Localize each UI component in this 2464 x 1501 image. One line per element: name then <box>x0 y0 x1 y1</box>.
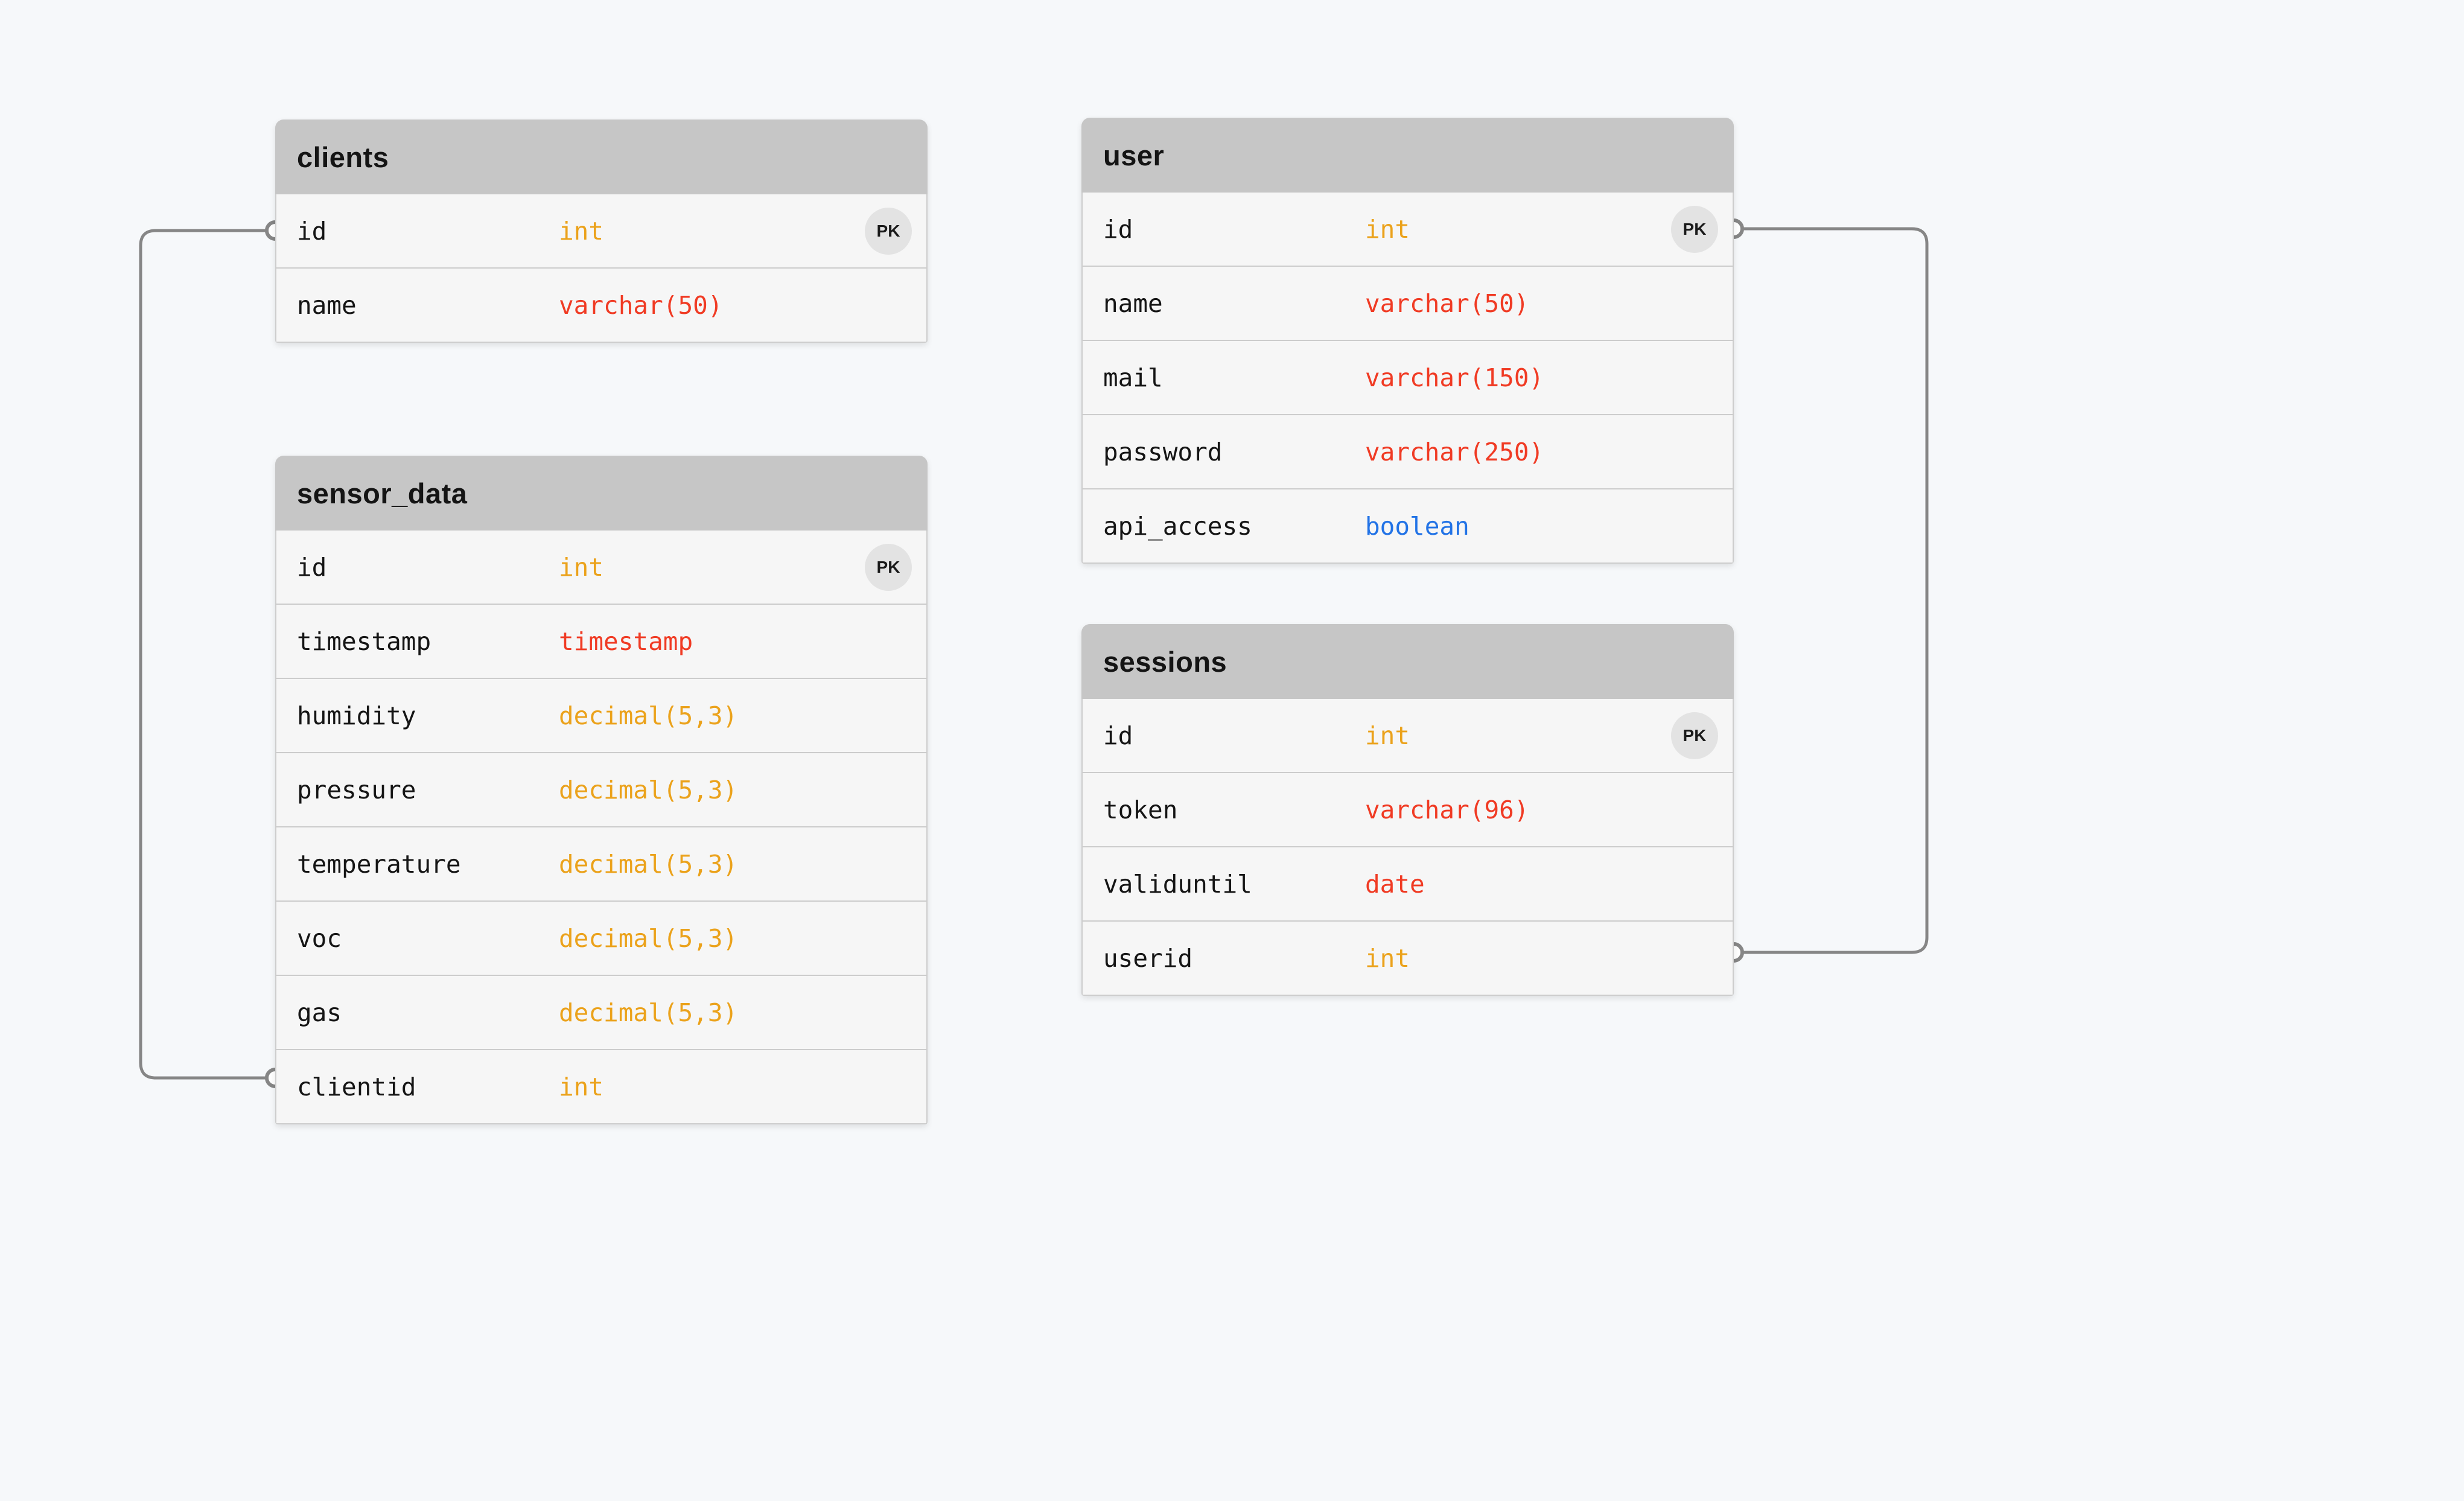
field-row-sensor-data-clientid[interactable]: clientid int <box>276 1049 926 1123</box>
table-sensor-data-header[interactable]: sensor_data <box>275 456 928 531</box>
field-name: voc <box>297 924 342 953</box>
table-sensor-data-rows: id int PK timestamp timestamp humidity d… <box>275 531 928 1124</box>
field-name: temperature <box>297 850 461 879</box>
field-name: api_access <box>1103 512 1252 541</box>
field-name: name <box>1103 289 1163 318</box>
field-row-clients-id[interactable]: id int PK <box>276 194 926 267</box>
field-type: int <box>559 217 603 246</box>
table-sessions-rows: id int PK token varchar(96) validuntil d… <box>1081 699 1734 996</box>
field-row-user-name[interactable]: name varchar(50) <box>1083 266 1733 340</box>
field-row-user-id[interactable]: id int PK <box>1083 193 1733 266</box>
pk-badge: PK <box>1671 712 1718 759</box>
field-row-sessions-id[interactable]: id int PK <box>1083 699 1733 772</box>
field-type: decimal(5,3) <box>559 850 737 879</box>
field-type: int <box>1365 721 1410 750</box>
field-name: humidity <box>297 701 416 730</box>
relationship-clients-sensor-data[interactable] <box>141 231 275 1078</box>
field-row-user-mail[interactable]: mail varchar(150) <box>1083 340 1733 414</box>
field-type: int <box>1365 944 1410 973</box>
field-type: decimal(5,3) <box>559 998 737 1027</box>
field-name: clientid <box>297 1072 416 1101</box>
field-type: date <box>1365 870 1425 899</box>
field-row-sessions-validuntil[interactable]: validuntil date <box>1083 846 1733 920</box>
field-type: varchar(250) <box>1365 438 1544 467</box>
field-type: int <box>1365 215 1410 244</box>
field-type: varchar(50) <box>1365 289 1529 318</box>
pk-badge: PK <box>865 544 912 591</box>
er-diagram-canvas[interactable]: clients id int PK name varchar(50) senso… <box>0 0 2464 1501</box>
pk-badge: PK <box>1671 206 1718 253</box>
field-row-user-api-access[interactable]: api_access boolean <box>1083 488 1733 562</box>
field-row-user-password[interactable]: password varchar(250) <box>1083 414 1733 488</box>
field-type: int <box>559 1072 603 1101</box>
field-row-sessions-userid[interactable]: userid int <box>1083 920 1733 995</box>
field-type: decimal(5,3) <box>559 776 737 805</box>
field-name: gas <box>297 998 342 1027</box>
table-title: sessions <box>1103 645 1227 678</box>
field-name: id <box>297 217 326 246</box>
field-type: decimal(5,3) <box>559 701 737 730</box>
table-title: sensor_data <box>297 477 467 510</box>
field-name: timestamp <box>297 627 431 656</box>
field-row-sensor-data-humidity[interactable]: humidity decimal(5,3) <box>276 678 926 752</box>
field-row-sensor-data-id[interactable]: id int PK <box>276 531 926 604</box>
field-type: boolean <box>1365 512 1469 541</box>
table-user-rows: id int PK name varchar(50) mail varchar(… <box>1081 193 1734 564</box>
table-clients-rows: id int PK name varchar(50) <box>275 194 928 343</box>
field-name: id <box>1103 215 1133 244</box>
field-name: mail <box>1103 363 1163 392</box>
field-type: varchar(50) <box>559 291 723 320</box>
field-name: id <box>1103 721 1133 750</box>
field-type: int <box>559 553 603 582</box>
relationship-user-sessions[interactable] <box>1734 229 1927 952</box>
table-title: user <box>1103 139 1164 172</box>
table-title: clients <box>297 141 389 174</box>
table-sessions[interactable]: sessions id int PK token varchar(96) val… <box>1081 624 1734 996</box>
field-name: validuntil <box>1103 870 1252 899</box>
table-sessions-header[interactable]: sessions <box>1081 624 1734 699</box>
field-row-sensor-data-temperature[interactable]: temperature decimal(5,3) <box>276 826 926 900</box>
table-clients-header[interactable]: clients <box>275 120 928 194</box>
field-row-sessions-token[interactable]: token varchar(96) <box>1083 772 1733 846</box>
field-name: password <box>1103 438 1222 467</box>
field-name: name <box>297 291 357 320</box>
field-name: userid <box>1103 944 1192 973</box>
pk-badge: PK <box>865 208 912 255</box>
field-row-clients-name[interactable]: name varchar(50) <box>276 267 926 342</box>
field-row-sensor-data-gas[interactable]: gas decimal(5,3) <box>276 975 926 1049</box>
table-user-header[interactable]: user <box>1081 118 1734 193</box>
field-name: id <box>297 553 326 582</box>
field-type: varchar(150) <box>1365 363 1544 392</box>
field-name: token <box>1103 795 1177 824</box>
table-clients[interactable]: clients id int PK name varchar(50) <box>275 120 928 343</box>
field-type: decimal(5,3) <box>559 924 737 953</box>
field-type: varchar(96) <box>1365 795 1529 824</box>
table-user[interactable]: user id int PK name varchar(50) mail var… <box>1081 118 1734 564</box>
field-row-sensor-data-pressure[interactable]: pressure decimal(5,3) <box>276 752 926 826</box>
table-sensor-data[interactable]: sensor_data id int PK timestamp timestam… <box>275 456 928 1124</box>
field-row-sensor-data-voc[interactable]: voc decimal(5,3) <box>276 900 926 975</box>
field-type: timestamp <box>559 627 693 656</box>
field-row-sensor-data-timestamp[interactable]: timestamp timestamp <box>276 604 926 678</box>
field-name: pressure <box>297 776 416 805</box>
